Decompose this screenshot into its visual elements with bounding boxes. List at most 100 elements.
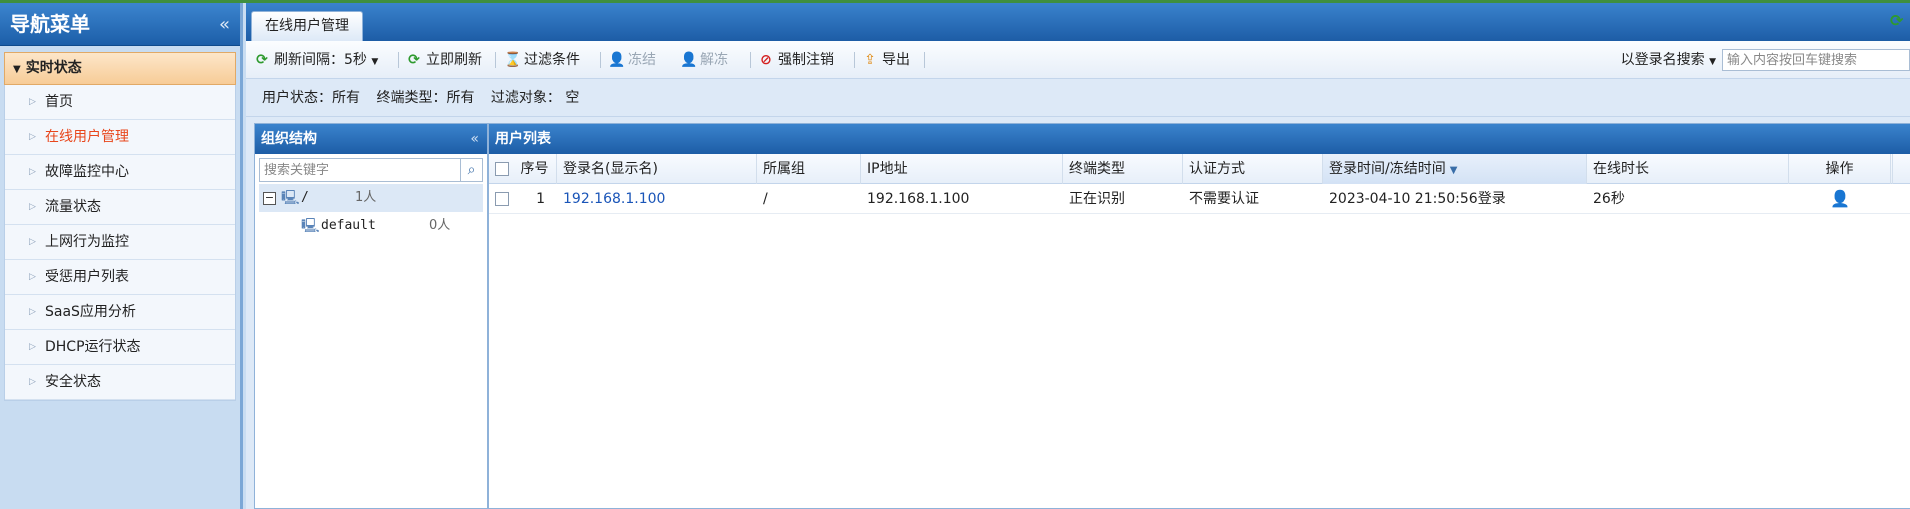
chevron-right-icon: ▷ <box>29 97 36 107</box>
nav-item-security-status[interactable]: ▷ 安全状态 <box>5 365 235 400</box>
navigation-sidebar: 导航菜单 « ▼ 实时状态 ▷ 首页 ▷ 在线用户管理 ▷ 故障监控中心 ▷ 流量状态 ▷… <box>0 3 243 509</box>
tree-node-name: default <box>321 218 376 233</box>
search-mode-dropdown[interactable]: 以登录名搜索 ▼ <box>1621 41 1716 79</box>
chevron-right-icon: ▷ <box>29 377 36 387</box>
filter-target: 过滤对象： 空 <box>490 90 580 106</box>
tree-node-count: 1人 <box>355 190 377 205</box>
nav-item-label: DHCP运行状态 <box>45 339 141 355</box>
tree-node-name: / <box>301 190 309 205</box>
nav-item-label: 在线用户管理 <box>45 129 129 145</box>
freeze-button[interactable]: 👤 冻结 <box>608 41 656 79</box>
freeze-label: 冻结 <box>628 52 656 68</box>
tree-node-root[interactable]: − 🖳 / 1人 <box>259 184 483 212</box>
chevron-right-icon: ▷ <box>29 237 36 247</box>
filter-label: 过滤条件 <box>524 52 580 68</box>
column-terminal-type[interactable]: 终端类型 <box>1063 154 1183 184</box>
cell-group: / <box>763 191 768 207</box>
toolbar-divider <box>750 52 751 68</box>
computer-group-icon: 🖳 <box>281 190 300 206</box>
nav-title: 导航菜单 <box>10 12 90 36</box>
search-mode-label: 以登录名搜索 <box>1620 52 1705 68</box>
ban-icon: ⊘ <box>760 52 772 68</box>
table-header: 序号 登录名(显示名) 所属组 IP地址 终端类型 认证方式 登录时间/冻结时间… <box>489 154 1910 184</box>
user-manage-icon[interactable]: 👤 <box>1830 189 1850 208</box>
refresh-interval-dropdown[interactable]: ⟳ 刷新间隔：5秒 ▼ <box>254 41 378 79</box>
toolbar-divider <box>495 52 496 68</box>
table-row[interactable]: 1 192.168.1.100 / 192.168.1.100 正在识别 不需要… <box>489 184 1910 214</box>
refresh-icon: ⟳ <box>256 52 268 68</box>
nav-item-saas-analysis[interactable]: ▷ SaaS应用分析 <box>5 295 235 330</box>
cell-duration: 26秒 <box>1593 191 1625 207</box>
select-all-checkbox[interactable] <box>495 162 509 176</box>
cell-login-time: 2023-04-10 21:50:56登录 <box>1329 191 1506 207</box>
nav-item-label: 安全状态 <box>45 374 101 390</box>
nav-item-punished-users[interactable]: ▷ 受惩用户列表 <box>5 260 235 295</box>
toolbar: ⟳ 刷新间隔：5秒 ▼ ⟳ 立即刷新 ⌛ 过滤条件 👤 冻结 👤 解冻 ⊘ 强制注销 ⇪ 导出… <box>246 41 1910 79</box>
user-list-title: 用户列表 <box>495 131 551 147</box>
search-icon[interactable]: ⌕ <box>460 159 482 181</box>
column-login-name[interactable]: 登录名(显示名) <box>557 154 757 184</box>
user-status-filter: 用户状态：所有 <box>262 90 360 106</box>
column-index[interactable]: 序号 <box>513 154 557 184</box>
chevron-right-icon: ▷ <box>29 167 36 177</box>
export-icon: ⇪ <box>864 52 876 68</box>
nav-item-dhcp-status[interactable]: ▷ DHCP运行状态 <box>5 330 235 365</box>
tree-node-default[interactable]: 🖳 default 0人 <box>255 212 487 240</box>
unfreeze-button[interactable]: 👤 解冻 <box>680 41 728 79</box>
nav-group-realtime-status[interactable]: ▼ 实时状态 <box>4 52 236 85</box>
export-button[interactable]: ⇪ 导出 <box>862 41 910 79</box>
search-input[interactable] <box>1722 49 1910 71</box>
nav-item-behavior-monitor[interactable]: ▷ 上网行为监控 <box>5 225 235 260</box>
refresh-now-button[interactable]: ⟳ 立即刷新 <box>406 41 482 79</box>
column-group[interactable]: 所属组 <box>757 154 861 184</box>
tab-online-users[interactable]: 在线用户管理 <box>251 11 363 41</box>
org-structure-panel: 组织结构 « ⌕ − 🖳 / 1人 🖳 default 0人 <box>254 123 488 509</box>
column-auth-method[interactable]: 认证方式 <box>1183 154 1323 184</box>
collapse-sidebar-icon[interactable]: « <box>219 3 230 46</box>
force-logout-button[interactable]: ⊘ 强制注销 <box>758 41 834 79</box>
column-actions: 操作 <box>1789 154 1891 184</box>
org-search-input[interactable] <box>260 159 460 181</box>
user-list-panel: 用户列表 序号 登录名(显示名) 所属组 IP地址 终端类型 认证方式 登录时间… <box>488 123 1910 509</box>
computer-group-icon: 🖳 <box>301 218 320 234</box>
collapse-panel-icon[interactable]: « <box>470 124 479 154</box>
nav-item-label: 上网行为监控 <box>45 234 129 250</box>
nav-item-online-users[interactable]: ▷ 在线用户管理 <box>5 120 235 155</box>
cell-login-name-link[interactable]: 192.168.1.100 <box>557 184 757 214</box>
chevron-right-icon: ▷ <box>29 132 36 142</box>
nav-item-fault-monitor[interactable]: ▷ 故障监控中心 <box>5 155 235 190</box>
filter-button[interactable]: ⌛ 过滤条件 <box>504 41 580 79</box>
refresh-now-label: 立即刷新 <box>426 52 482 68</box>
nav-item-label: 故障监控中心 <box>45 164 129 180</box>
unfreeze-label: 解冻 <box>700 52 728 68</box>
chevron-right-icon: ▷ <box>29 202 36 212</box>
user-unlock-icon: 👤 <box>680 52 698 68</box>
nav-header: 导航菜单 « <box>0 3 240 46</box>
column-login-time-label: 登录时间/冻结时间 <box>1329 161 1446 177</box>
column-login-time[interactable]: 登录时间/冻结时间 ▼ <box>1323 154 1587 184</box>
nav-item-traffic-status[interactable]: ▷ 流量状态 <box>5 190 235 225</box>
org-panel-header: 组织结构 « <box>255 124 487 154</box>
nav-item-label: 首页 <box>45 94 73 110</box>
cell-auth-method: 不需要认证 <box>1189 191 1259 207</box>
cell-index: 1 <box>536 191 545 207</box>
content-area: 组织结构 « ⌕ − 🖳 / 1人 🖳 default 0人 用户列表 <box>246 117 1910 509</box>
export-label: 导出 <box>882 52 910 68</box>
refresh-icon: ⟳ <box>408 52 420 68</box>
nav-list: ▷ 首页 ▷ 在线用户管理 ▷ 故障监控中心 ▷ 流量状态 ▷ 上网行为监控 ▷ 受惩用户列… <box>4 85 236 401</box>
collapse-node-icon[interactable]: − <box>263 192 276 205</box>
nav-item-label: SaaS应用分析 <box>45 304 136 320</box>
tab-bar: 在线用户管理 ⟳ <box>246 3 1910 41</box>
column-duration[interactable]: 在线时长 <box>1587 154 1789 184</box>
refresh-icon[interactable]: ⟳ <box>1890 13 1906 29</box>
nav-group-label: 实时状态 <box>25 60 82 76</box>
chevron-down-icon: ▼ <box>1709 57 1716 67</box>
toolbar-divider <box>924 52 925 68</box>
chevron-down-icon: ▼ <box>371 57 379 67</box>
nav-item-label: 受惩用户列表 <box>45 269 129 285</box>
row-checkbox[interactable] <box>495 192 509 206</box>
cell-ip: 192.168.1.100 <box>867 191 970 207</box>
nav-item-home[interactable]: ▷ 首页 <box>5 85 235 120</box>
toolbar-divider <box>398 52 399 68</box>
column-ip[interactable]: IP地址 <box>861 154 1063 184</box>
